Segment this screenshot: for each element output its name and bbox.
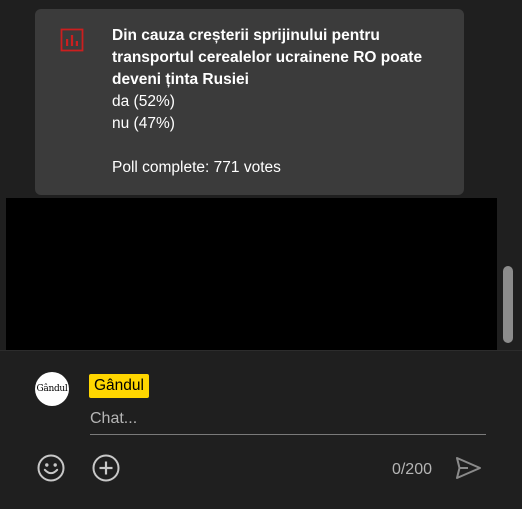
poll-chart-icon [60, 28, 84, 52]
author-name-chip: Gândul [89, 374, 149, 398]
poll-status: Poll complete: 771 votes [112, 159, 281, 176]
chat-input[interactable] [90, 405, 486, 433]
char-counter: 0/200 [391, 461, 432, 478]
plus-circle-icon [91, 453, 121, 488]
chat-input-underline [90, 434, 486, 435]
poll-option-da: da (52%) [112, 93, 175, 110]
poll-card: Din cauza creșterii sprijinului pentru t… [35, 9, 464, 195]
avatar: Gândul [35, 372, 69, 406]
live-chat-panel: Din cauza creșterii sprijinului pentru t… [0, 0, 522, 509]
emoji-button[interactable] [36, 453, 66, 488]
emoji-smile-icon [36, 453, 66, 488]
divider [0, 350, 522, 351]
send-icon [453, 453, 483, 488]
add-attachment-button[interactable] [91, 453, 121, 488]
send-button[interactable] [453, 455, 483, 485]
poll-option-nu: nu (47%) [112, 115, 175, 132]
avatar-logo-text: Gândul [36, 384, 68, 394]
scrollbar-thumb[interactable] [503, 266, 513, 343]
video-area [6, 198, 497, 356]
poll-question: Din cauza creșterii sprijinului pentru t… [112, 27, 423, 88]
